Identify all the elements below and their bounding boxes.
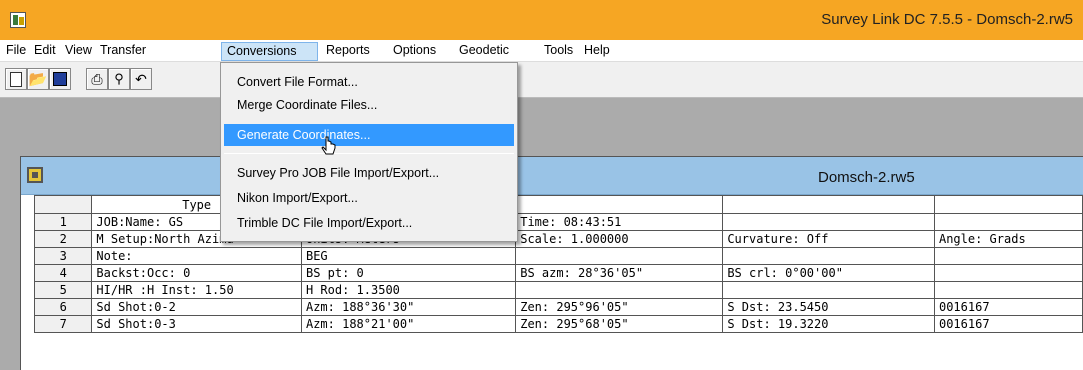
title-bar: Survey Link DC 7.5.5 - Domsch-2.rw5 (0, 0, 1083, 40)
row-number[interactable]: 1 (33, 213, 93, 231)
column-header[interactable] (933, 195, 1083, 214)
table-cell[interactable]: Note: (91, 247, 302, 265)
table-cell[interactable] (515, 281, 724, 299)
row-number[interactable]: 4 (33, 264, 93, 282)
open-icon[interactable]: 📂 (27, 68, 49, 90)
toolbar: 📂 ⎙ ⚲ ↶ (0, 62, 1083, 98)
table-cell[interactable]: BS azm: 28°36'05" (515, 264, 724, 282)
table-cell[interactable] (933, 281, 1083, 299)
table-row: 4 Backst:Occ: 0 BS pt: 0 BS azm: 28°36'0… (33, 264, 1083, 282)
row-number[interactable]: 5 (33, 281, 93, 299)
table-cell[interactable]: Backst:Occ: 0 (91, 264, 302, 282)
table-cell[interactable]: Curvature: Off (722, 230, 935, 248)
undo-icon[interactable]: ↶ (130, 68, 152, 90)
table-row: 3 Note: BEG (33, 247, 1083, 265)
row-number[interactable]: 2 (33, 230, 93, 248)
window-title: Survey Link DC 7.5.5 - Domsch-2.rw5 (821, 11, 1073, 28)
menu-file[interactable]: File (1, 42, 31, 61)
menu-edit[interactable]: Edit (29, 42, 61, 61)
column-header[interactable] (515, 195, 724, 214)
new-icon[interactable] (5, 68, 27, 90)
table-cell[interactable]: Scale: 1.000000 (515, 230, 724, 248)
print-preview-icon[interactable]: ⚲ (108, 68, 130, 90)
print-icon[interactable]: ⎙ (86, 68, 108, 90)
document-title: Domsch-2.rw5 (818, 169, 915, 186)
table-cell[interactable] (933, 264, 1083, 282)
menu-conversions[interactable]: Conversions (221, 42, 318, 61)
table-cell[interactable]: S Dst: 19.3220 (722, 315, 935, 333)
table-cell[interactable] (933, 247, 1083, 265)
table-cell[interactable]: BS crl: 0°00'00" (722, 264, 935, 282)
raw-data-grid: Type 1 JOB:Name: GS Time: 08:43:51 2 M S… (33, 195, 1083, 333)
menu-geodetic[interactable]: Geodetic (454, 42, 514, 61)
table-row: 7 Sd Shot:0-3 Azm: 188°21'00" Zen: 295°6… (33, 315, 1083, 333)
table-cell[interactable] (515, 247, 724, 265)
row-number[interactable]: 6 (33, 298, 93, 316)
table-cell[interactable]: S Dst: 23.5450 (722, 298, 935, 316)
table-row: 2 M Setup:North Azimu Units: Meters Scal… (33, 230, 1083, 248)
document-window: Domsch-2.rw5 Type 1 JOB:Name: GS Time: 0… (20, 156, 1083, 370)
menu-options[interactable]: Options (388, 42, 441, 61)
table-cell[interactable]: Azm: 188°36'30" (300, 298, 517, 316)
menu-item-nikon-import-export[interactable]: Nikon Import/Export... (224, 187, 514, 209)
table-cell[interactable]: Angle: Grads (933, 230, 1083, 248)
document-title-bar[interactable]: Domsch-2.rw5 (21, 157, 1083, 195)
column-header[interactable] (722, 195, 935, 214)
save-icon[interactable] (49, 68, 71, 90)
menu-item-convert-file-format[interactable]: Convert File Format... (224, 71, 514, 93)
table-cell[interactable]: Time: 08:43:51 (515, 213, 724, 231)
workspace-strip (6, 120, 1083, 146)
menu-item-merge-coordinate-files[interactable]: Merge Coordinate Files... (224, 94, 514, 116)
table-cell[interactable]: H Rod: 1.3500 (300, 281, 517, 299)
table-cell[interactable] (722, 213, 935, 231)
table-cell[interactable]: Sd Shot:0-2 (91, 298, 302, 316)
table-cell[interactable]: Azm: 188°21'00" (300, 315, 517, 333)
row-number[interactable]: 3 (33, 247, 93, 265)
table-cell[interactable] (722, 247, 935, 265)
table-row: 5 HI/HR :H Inst: 1.50 H Rod: 1.3500 (33, 281, 1083, 299)
conversions-menu: Convert File Format... Merge Coordinate … (220, 62, 518, 242)
menu-reports[interactable]: Reports (321, 42, 375, 61)
grid-header-row: Type (33, 195, 1083, 214)
table-cell[interactable]: 0016167 (933, 298, 1083, 316)
table-cell[interactable]: BS pt: 0 (300, 264, 517, 282)
menu-view[interactable]: View (60, 42, 97, 61)
mouse-cursor-icon (321, 136, 336, 155)
table-cell[interactable]: Sd Shot:0-3 (91, 315, 302, 333)
table-row: 6 Sd Shot:0-2 Azm: 188°36'30" Zen: 295°9… (33, 298, 1083, 316)
table-cell[interactable]: Zen: 295°96'05" (515, 298, 724, 316)
document-icon[interactable] (27, 167, 43, 183)
table-cell[interactable]: BEG (300, 247, 517, 265)
menu-item-survey-pro-job-import-export[interactable]: Survey Pro JOB File Import/Export... (224, 162, 514, 184)
menu-help[interactable]: Help (579, 42, 615, 61)
row-number[interactable]: 7 (33, 315, 93, 333)
app-icon[interactable] (10, 12, 26, 28)
menu-item-trimble-dc-import-export[interactable]: Trimble DC File Import/Export... (224, 212, 514, 234)
table-cell[interactable]: Zen: 295°68'05" (515, 315, 724, 333)
table-cell[interactable]: HI/HR :H Inst: 1.50 (91, 281, 302, 299)
table-cell[interactable]: 0016167 (933, 315, 1083, 333)
table-cell[interactable] (722, 281, 935, 299)
table-row: 1 JOB:Name: GS Time: 08:43:51 (33, 213, 1083, 231)
menu-tools[interactable]: Tools (539, 42, 578, 61)
menu-item-generate-coordinates[interactable]: Generate Coordinates... (224, 124, 514, 146)
grid-corner-cell[interactable] (33, 195, 93, 214)
menu-bar: File Edit View Transfer Conversions Repo… (0, 40, 1083, 62)
menu-separator (224, 153, 514, 154)
table-cell[interactable] (933, 213, 1083, 231)
menu-transfer[interactable]: Transfer (95, 42, 151, 61)
